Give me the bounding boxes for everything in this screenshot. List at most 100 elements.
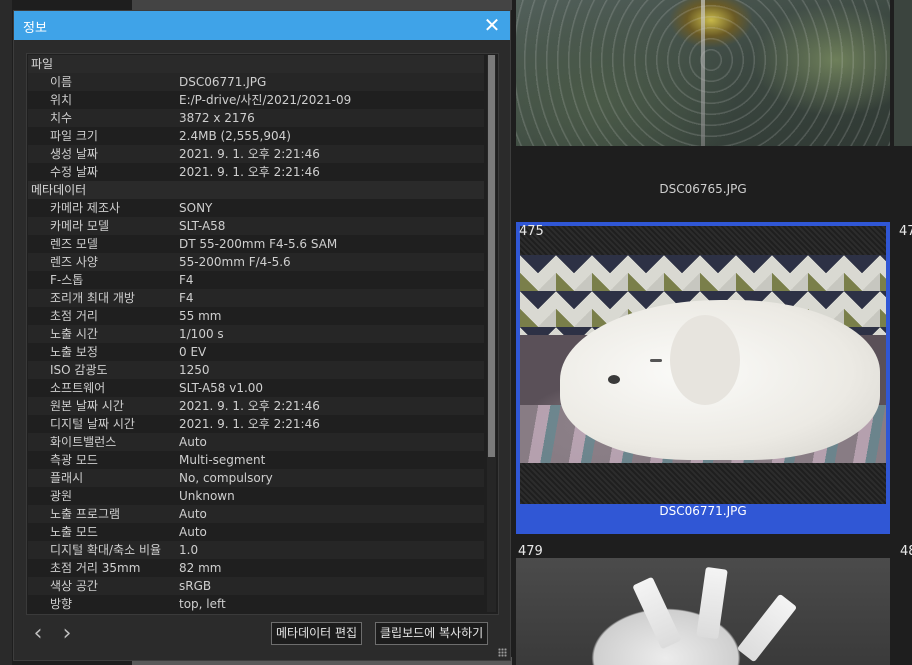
copy-to-clipboard-button[interactable]: 클립보드에 복사하기 xyxy=(375,622,489,645)
property-value: 2021. 9. 1. 오후 2:21:46 xyxy=(179,147,320,161)
property-key: 렌즈 모델 xyxy=(50,237,98,251)
paint-tube xyxy=(696,566,728,640)
property-row[interactable]: 초점 거리 35mm 82 mm xyxy=(28,559,484,577)
property-row[interactable]: 방향 top, left xyxy=(28,595,484,613)
section-label: 메타데이터 xyxy=(31,183,87,197)
property-row[interactable]: 초점 거리 55 mm xyxy=(28,307,484,325)
property-key: 카메라 제조사 xyxy=(50,201,121,215)
property-row[interactable]: 카메라 제조사 SONY xyxy=(28,199,484,217)
dog-eye xyxy=(650,359,662,362)
prev-arrow-icon[interactable]: ‹ xyxy=(28,623,48,647)
property-row[interactable]: 노출 보정 0 EV xyxy=(28,343,484,361)
property-value: No, compulsory xyxy=(179,471,273,485)
selected-caption: DSC06771.JPG xyxy=(659,504,747,518)
scrollbar-thumb[interactable] xyxy=(488,55,495,457)
dog-nose xyxy=(608,375,620,384)
property-row[interactable]: 수정 날짜 2021. 9. 1. 오후 2:21:46 xyxy=(28,163,484,181)
property-row[interactable]: 렌즈 사양 55-200mm F/4-5.6 xyxy=(28,253,484,271)
thumbnail-paint-photo[interactable] xyxy=(516,558,890,665)
property-value: 2021. 9. 1. 오후 2:21:46 xyxy=(179,399,320,413)
property-row[interactable]: 색상 공간 sRGB xyxy=(28,577,484,595)
property-key: 수정 날짜 xyxy=(50,165,98,179)
next-arrow-icon[interactable]: › xyxy=(57,623,77,647)
property-row[interactable]: 광원 Unknown xyxy=(28,487,484,505)
property-row[interactable]: 소프트웨어 SLT-A58 v1.00 xyxy=(28,379,484,397)
property-key: 생성 날짜 xyxy=(50,147,98,161)
property-value: F4 xyxy=(179,291,194,305)
property-value: SLT-A58 v1.00 xyxy=(179,381,264,395)
property-key: 소프트웨어 xyxy=(50,381,106,395)
property-key: 디지털 날짜 시간 xyxy=(50,417,135,431)
property-key: 원본 날짜 시간 xyxy=(50,399,124,413)
property-key: ISO 감광도 xyxy=(50,363,108,377)
property-row[interactable]: 노출 프로그램 Auto xyxy=(28,505,484,523)
property-key: 카메라 모델 xyxy=(50,219,110,233)
dog-photo xyxy=(520,255,886,463)
web-thread xyxy=(701,0,705,146)
property-value: E:/P-drive/사진/2021/2021-09 xyxy=(179,93,352,107)
property-value: 82 mm xyxy=(179,561,222,575)
edit-metadata-button[interactable]: 메타데이터 편집 xyxy=(271,622,363,645)
section-header[interactable]: 파일 xyxy=(28,55,484,73)
property-key: 이름 xyxy=(50,75,73,89)
property-value: 1.0 xyxy=(179,543,199,557)
thumbnail-index-bottom-next: 48 xyxy=(900,544,912,559)
property-key: 디지털 확대/축소 비율 xyxy=(50,543,162,557)
property-row[interactable]: 생성 날짜 2021. 9. 1. 오후 2:21:46 xyxy=(28,145,484,163)
property-value: DT 55-200mm F4-5.6 SAM xyxy=(179,237,338,251)
property-key: 플래시 xyxy=(50,471,84,485)
property-key: 파일 크기 xyxy=(50,129,98,143)
property-row[interactable]: 노출 시간 1/100 s xyxy=(28,325,484,343)
property-key: 초점 거리 35mm xyxy=(50,561,141,575)
property-key: 측광 모드 xyxy=(50,453,98,467)
thumbnail-spider-photo[interactable] xyxy=(516,0,890,146)
property-row[interactable]: 플래시 No, compulsory xyxy=(28,469,484,487)
property-row[interactable]: 디지털 날짜 시간 2021. 9. 1. 오후 2:21:46 xyxy=(28,415,484,433)
property-row[interactable]: 이름 DSC06771.JPG xyxy=(28,73,484,91)
property-row[interactable]: 측광 모드 Multi-segment xyxy=(28,451,484,469)
thumbnail-edge xyxy=(0,0,12,665)
property-row[interactable]: 치수 3872 x 2176 xyxy=(28,109,484,127)
scrollbar[interactable] xyxy=(487,55,496,612)
property-row[interactable]: 화이트밸런스 Auto xyxy=(28,433,484,451)
property-value: SLT-A58 xyxy=(179,219,226,233)
close-icon[interactable]: ✕ xyxy=(480,14,504,38)
property-key: 노출 프로그램 xyxy=(50,507,121,521)
property-row[interactable]: ISO 감광도 1250 xyxy=(28,361,484,379)
property-value: 2.4MB (2,555,904) xyxy=(179,129,291,143)
property-row[interactable]: F-스톱 F4 xyxy=(28,271,484,289)
property-row[interactable]: 렌즈 모델 DT 55-200mm F4-5.6 SAM xyxy=(28,235,484,253)
section-header[interactable]: 메타데이터 xyxy=(28,181,484,199)
property-key: 치수 xyxy=(50,111,73,125)
property-key: 조리개 최대 개방 xyxy=(50,291,135,305)
property-key: 초점 거리 xyxy=(50,309,98,323)
property-value: 2021. 9. 1. 오후 2:21:46 xyxy=(179,165,320,179)
property-key: 노출 모드 xyxy=(50,525,98,539)
property-value: Auto xyxy=(179,507,207,521)
property-value: 55 mm xyxy=(179,309,222,323)
property-key: 노출 보정 xyxy=(50,345,98,359)
property-value: 2021. 9. 1. 오후 2:21:46 xyxy=(179,417,320,431)
property-value: F4 xyxy=(179,273,194,287)
property-row[interactable]: 카메라 모델 SLT-A58 xyxy=(28,217,484,235)
dialog-titlebar[interactable]: 정보 ✕ xyxy=(14,11,510,40)
paint-tube xyxy=(632,576,682,650)
property-row[interactable]: 노출 모드 Auto xyxy=(28,523,484,541)
info-dialog: 정보 ✕ 파일 이름 DSC06771.JPG 위치 E:/P-drive/사진/202… xyxy=(13,10,511,661)
property-value: 0 EV xyxy=(179,345,207,359)
thumbnail-selected[interactable] xyxy=(516,222,890,534)
property-value: Auto xyxy=(179,435,207,449)
property-value: 1/100 s xyxy=(179,327,224,341)
properties-list[interactable]: 파일 이름 DSC06771.JPG 위치 E:/P-drive/사진/2021/202… xyxy=(26,53,499,615)
property-row[interactable]: 조리개 최대 개방 F4 xyxy=(28,289,484,307)
property-key: 노출 시간 xyxy=(50,327,98,341)
resize-grip-icon[interactable] xyxy=(498,648,507,657)
thumbnail-top[interactable] xyxy=(132,0,512,10)
property-key: 렌즈 사양 xyxy=(50,255,98,269)
property-row[interactable]: 원본 날짜 시간 2021. 9. 1. 오후 2:21:46 xyxy=(28,397,484,415)
dialog-title: 정보 xyxy=(23,21,47,36)
property-row[interactable]: 파일 크기 2.4MB (2,555,904) xyxy=(28,127,484,145)
thumbnail-edge-right[interactable] xyxy=(894,0,912,146)
property-row[interactable]: 디지털 확대/축소 비율 1.0 xyxy=(28,541,484,559)
property-row[interactable]: 위치 E:/P-drive/사진/2021/2021-09 xyxy=(28,91,484,109)
